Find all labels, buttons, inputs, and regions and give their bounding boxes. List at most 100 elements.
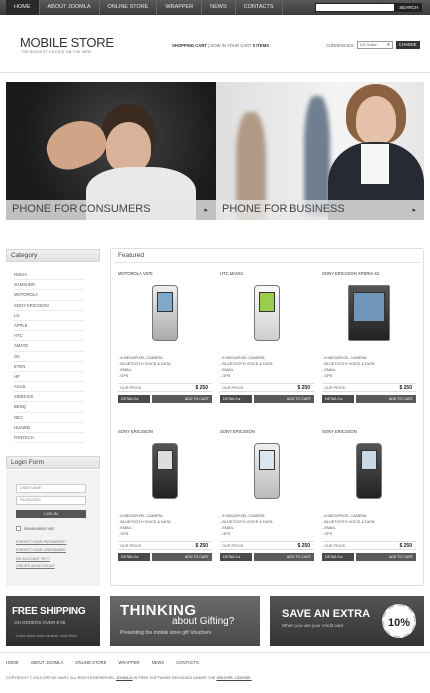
details-button[interactable]: DETAILS ▸ — [118, 553, 150, 561]
phone-icon — [254, 285, 280, 341]
product-features: - 8 MEGAPIXEL CAMERA - BLUETOOTH VOICE &… — [118, 513, 212, 541]
category-item[interactable]: HUAWEI — [14, 423, 84, 433]
remember-me-checkbox[interactable] — [16, 526, 21, 531]
add-to-cart-button[interactable]: ADD TO CART — [356, 553, 416, 561]
product-name[interactable]: SONY ERICSSON — [118, 429, 212, 437]
gifting-banner[interactable]: THINKING about Gifting? Presenting the m… — [110, 596, 260, 646]
category-item[interactable]: MOTOROLA — [14, 290, 84, 301]
details-button[interactable]: DETAILS ▸ — [220, 395, 252, 403]
hero-caption: PHONE FOR BUSINESS — [222, 203, 345, 215]
product-price: $ 250 — [399, 543, 412, 549]
category-item[interactable]: SONY ERICSSON — [14, 301, 84, 311]
product-card: SONY ERICSSON - 8 MEGAPIXEL CAMERA - BLU… — [220, 429, 314, 561]
hero-woman-shirt — [361, 144, 389, 184]
product-image[interactable] — [118, 279, 212, 351]
change-currency-button[interactable]: CHANGE — [395, 41, 420, 49]
arrow-right-icon[interactable]: ▸ — [412, 206, 416, 214]
login-button[interactable]: LOG IN — [16, 510, 86, 518]
category-item[interactable]: AMATE — [14, 341, 84, 352]
category-item[interactable]: HTC — [14, 331, 84, 342]
price-label: OUR PRICE: — [120, 386, 143, 390]
product-name[interactable]: SONY ERICSSON XPERIA X2 — [322, 271, 416, 279]
forgot-username-link[interactable]: FORGOT YOUR USERNAME? — [16, 548, 66, 552]
footer-link-wrapper[interactable]: WRAPPER — [118, 660, 139, 665]
nav-news[interactable]: NEWS — [202, 0, 236, 15]
details-button[interactable]: DETAILS ▸ — [118, 395, 150, 403]
product-name[interactable]: SONY ERICSSON — [220, 429, 314, 437]
save-extra-title: SAVE AN EXTRA — [282, 608, 371, 620]
product-image[interactable] — [220, 279, 314, 351]
footer-link-online-store[interactable]: ONLINE STORE — [75, 660, 106, 665]
category-item[interactable]: SAMSUNG — [14, 280, 84, 291]
category-item[interactable]: APPLE — [14, 321, 84, 332]
nav-home[interactable]: HOME — [6, 0, 40, 15]
product-price-row: OUR PRICE: $ 250 — [118, 541, 212, 550]
category-item[interactable]: ASUS — [14, 382, 84, 393]
product-price-row: OUR PRICE: $ 250 — [220, 541, 314, 550]
shopping-cart-summary[interactable]: SHOPPING CART | NOW IN YOUR CART 0 ITEMS — [172, 43, 269, 48]
product-actions: DETAILS ▸ ADD TO CART — [322, 395, 416, 403]
category-item[interactable]: ETEN — [14, 362, 84, 372]
nav-contacts[interactable]: CONTACTS — [236, 0, 283, 15]
hero-consumers[interactable]: PHONE FOR CONSUMERS ▸ — [6, 82, 216, 220]
product-actions: DETAILS ▸ ADD TO CART — [118, 553, 212, 561]
category-item[interactable]: NEC — [14, 413, 84, 423]
category-item[interactable]: BENQ — [14, 402, 84, 413]
license-link[interactable]: GNU/GPL LICENSE. — [216, 676, 251, 680]
category-item[interactable]: O2 — [14, 352, 84, 362]
forgot-password-link[interactable]: FORGOT YOUR PASSWORD? — [16, 540, 66, 544]
product-image[interactable] — [220, 437, 314, 509]
product-name[interactable]: HTC MAGIC — [220, 271, 314, 279]
search-button[interactable]: SEARCH — [395, 3, 422, 12]
category-item[interactable]: NOKIA — [14, 270, 84, 281]
product-name[interactable]: SONY ERICSSON — [322, 429, 416, 437]
phone-icon — [152, 443, 178, 499]
details-button[interactable]: DETAILS ▸ — [322, 395, 354, 403]
category-item[interactable]: HP — [14, 372, 84, 383]
add-to-cart-button[interactable]: ADD TO CART — [152, 553, 212, 561]
product-image[interactable] — [322, 437, 416, 509]
product-actions: DETAILS ▸ ADD TO CART — [322, 553, 416, 561]
details-button[interactable]: DETAILS ▸ — [220, 553, 252, 561]
add-to-cart-button[interactable]: ADD TO CART — [152, 395, 212, 403]
product-name[interactable]: MOTOROLA V875 — [118, 271, 212, 279]
discount-badge: 10% — [382, 604, 416, 638]
product-image[interactable] — [322, 279, 416, 351]
feature-item: - GPS — [220, 532, 231, 537]
nav-about-joomla[interactable]: ABOUT JOOMLA — [40, 0, 100, 15]
remember-me[interactable]: REMEMBER ME — [16, 526, 54, 531]
save-extra-banner[interactable]: SAVE AN EXTRA When you use your credit c… — [270, 596, 424, 646]
hero-caption-big: BUSINESS — [289, 203, 345, 215]
add-to-cart-button[interactable]: ADD TO CART — [356, 395, 416, 403]
add-to-cart-button[interactable]: ADD TO CART — [254, 553, 314, 561]
top-navigation: HOME ABOUT JOOMLA ONLINE STORE WRAPPER N… — [6, 0, 283, 15]
feature-item: - GPS — [220, 374, 231, 379]
nav-wrapper[interactable]: WRAPPER — [157, 0, 203, 15]
copyright-text-2: IS FREE SOFTWARE RELEASED UNDER THE — [133, 676, 216, 680]
hero-business[interactable]: PHONE FOR BUSINESS ▸ — [216, 82, 424, 220]
details-button[interactable]: DETAILS ▸ — [322, 553, 354, 561]
add-to-cart-button[interactable]: ADD TO CART — [254, 395, 314, 403]
footer-link-contacts[interactable]: CONTACTS — [176, 660, 199, 665]
arrow-right-icon[interactable]: ▸ — [204, 206, 208, 214]
footer-link-news[interactable]: NEWS — [152, 660, 165, 665]
site-logo[interactable]: MOBILE STORE — [20, 35, 114, 50]
search-input[interactable] — [315, 3, 396, 12]
category-item[interactable]: SIDEKICK — [14, 392, 84, 403]
username-field[interactable]: USER NAME — [16, 484, 86, 493]
free-shipping-banner[interactable]: FREE SHIPPING ON ORDERS OVER $ 99 Lorem … — [6, 596, 100, 646]
password-field[interactable]: PASSWORD — [16, 496, 86, 505]
price-label: OUR PRICE: — [324, 386, 347, 390]
footer-link-about-joomla[interactable]: ABOUT JOOMLA — [31, 660, 64, 665]
product-image[interactable] — [118, 437, 212, 509]
category-item[interactable]: LG — [14, 311, 84, 321]
footer-link-home[interactable]: HOME — [6, 660, 19, 665]
nav-online-store[interactable]: ONLINE STORE — [100, 0, 158, 15]
hero-caption-big: CONSUMERS — [79, 203, 151, 215]
category-item[interactable]: PANTECH — [14, 433, 84, 444]
currency-select[interactable]: US Dollar — [356, 41, 393, 49]
create-account-link[interactable]: CREATE AN ACCOUNT — [16, 564, 55, 568]
product-price-row: OUR PRICE: $ 250 — [118, 383, 212, 392]
joomla-link[interactable]: JOOMLA! — [116, 676, 133, 680]
gifting-subtitle: Presenting the mobile store gift Voucher… — [120, 630, 212, 636]
